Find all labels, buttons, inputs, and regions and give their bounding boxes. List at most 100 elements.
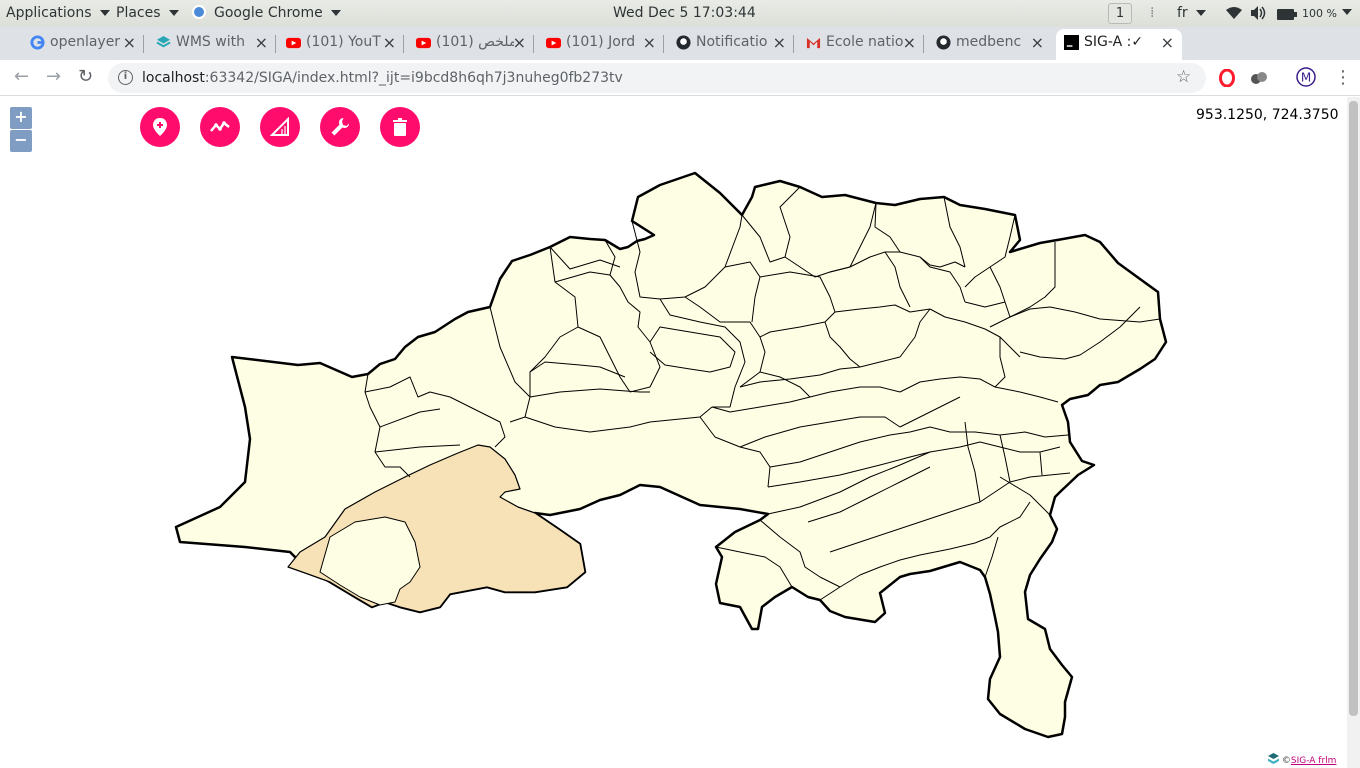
app-menu[interactable]: Google Chrome — [192, 5, 341, 21]
webstorm-icon — [1064, 35, 1079, 50]
map-page: + − 953.1250, 724.3750 ©SIG-A frlm — [0, 97, 1360, 768]
openlayers-logo-icon — [1268, 753, 1279, 764]
extension-icon[interactable] — [1250, 70, 1268, 90]
address-bar[interactable]: i localhost:63342/SIGA/index.html?_ijt=i… — [108, 63, 1206, 93]
wifi-icon[interactable] — [1226, 6, 1242, 24]
bookmark-star-icon[interactable]: ☆ — [1176, 67, 1191, 87]
workspace-indicator[interactable]: 1 — [1108, 3, 1132, 24]
tab-label: ملخص (101) — [436, 34, 514, 50]
line-chart-icon — [210, 121, 230, 132]
chevron-down-icon — [99, 10, 110, 16]
places-menu[interactable]: Places — [116, 5, 179, 21]
tab-separator — [923, 35, 924, 53]
close-icon[interactable]: × — [513, 29, 526, 56]
back-icon[interactable]: ← — [14, 66, 29, 87]
gmail-icon — [806, 37, 821, 49]
attribution-link[interactable]: SIG-A frlm — [1291, 756, 1337, 766]
url-path: :63342/SIGA/index.html?_ijt=i9bcd8h6qh7j… — [204, 70, 623, 86]
copyright-symbol: © — [1281, 756, 1291, 766]
close-icon[interactable]: × — [773, 29, 786, 56]
tab-label: openlayer — [50, 34, 121, 50]
tab-separator — [663, 35, 664, 53]
battery-percent[interactable]: 100 % — [1302, 7, 1337, 20]
tab-wms[interactable]: WMS with × — [148, 29, 276, 60]
browser-toolbar: ← → ↻ i localhost:63342/SIGA/index.html?… — [0, 60, 1360, 96]
clock[interactable]: Wed Dec 5 17:03:44 — [613, 5, 756, 21]
close-icon[interactable]: × — [123, 29, 136, 56]
close-icon[interactable]: × — [383, 29, 396, 56]
chevron-down-icon — [168, 10, 179, 16]
wrench-icon — [331, 118, 349, 136]
trash-icon — [393, 118, 407, 136]
forward-icon[interactable]: → — [46, 66, 61, 87]
svg-text:M: M — [1301, 71, 1311, 85]
language-label: fr — [1177, 5, 1188, 21]
tab-label: medbenc — [956, 34, 1022, 50]
tab-label: Ecole natio — [826, 34, 904, 50]
keyboard-layout[interactable]: fr — [1177, 5, 1206, 21]
tab-label: SIG-A :✓ — [1084, 34, 1144, 50]
volume-icon[interactable] — [1250, 6, 1266, 24]
url-text: localhost:63342/SIGA/index.html?_ijt=i9b… — [142, 63, 623, 93]
grip-icon: ⁞ — [1150, 5, 1155, 21]
menu-dots-icon[interactable]: ⋮ — [1334, 67, 1352, 88]
add-location-icon — [153, 118, 167, 136]
chevron-down-icon — [1342, 9, 1352, 15]
app-name-label: Google Chrome — [214, 5, 323, 21]
zoom-in-button[interactable]: + — [10, 107, 32, 129]
google-icon — [30, 35, 45, 50]
tab-youtube-3[interactable]: (101) Jord × — [538, 29, 664, 60]
close-icon[interactable]: × — [903, 29, 916, 56]
applications-label: Applications — [6, 5, 92, 21]
tab-separator — [143, 35, 144, 53]
tab-separator — [403, 35, 404, 53]
mouse-position-readout: 953.1250, 724.3750 — [1196, 107, 1339, 123]
github-icon — [676, 35, 691, 50]
map-attribution: ©SIG-A frlm — [1268, 753, 1336, 766]
zoom-out-button[interactable]: − — [10, 130, 32, 152]
tab-github-notifications[interactable]: Notificatio × — [668, 29, 794, 60]
triangle-measure-icon — [270, 117, 289, 136]
tab-label: (101) Jord — [566, 34, 636, 50]
tab-strip: openlayer × WMS with × (101) YouT × ملخص (1… — [0, 27, 1360, 81]
zoom-controls: + − — [10, 107, 32, 153]
settings-button[interactable] — [320, 107, 360, 147]
close-icon[interactable]: × — [643, 29, 656, 56]
measure-area-button[interactable] — [260, 107, 300, 147]
scrollbar-thumb[interactable] — [1349, 101, 1358, 716]
tab-separator — [793, 35, 794, 53]
close-icon[interactable]: × — [1161, 29, 1174, 56]
system-top-bar: Applications Places Google Chrome Wed De… — [0, 0, 1360, 27]
tab-label: Notificatio — [696, 34, 768, 50]
tab-openlayers[interactable]: openlayer × — [22, 29, 144, 60]
close-icon[interactable]: × — [255, 29, 268, 56]
delete-button[interactable] — [380, 107, 420, 147]
chevron-down-icon — [1195, 10, 1206, 16]
tab-youtube-1[interactable]: (101) YouT × — [278, 29, 404, 60]
info-icon[interactable]: i — [118, 70, 133, 85]
youtube-icon — [286, 37, 301, 49]
draw-line-button[interactable] — [200, 107, 240, 147]
tab-label: WMS with — [176, 34, 245, 50]
tab-siga-active[interactable]: SIG-A :✓ × — [1056, 29, 1182, 60]
tab-gmail[interactable]: Ecole natio × — [798, 29, 924, 60]
applications-menu[interactable]: Applications — [6, 5, 110, 21]
close-icon[interactable]: × — [1031, 29, 1044, 56]
tab-youtube-2[interactable]: ملخص (101) × — [408, 29, 534, 60]
youtube-icon — [546, 37, 561, 49]
add-point-button[interactable] — [140, 107, 180, 147]
tab-label: (101) YouT — [306, 34, 381, 50]
page-scrollbar[interactable] — [1347, 97, 1360, 768]
profile-avatar[interactable]: M — [1296, 67, 1316, 91]
tab-separator — [533, 35, 534, 53]
region-map[interactable] — [0, 97, 1347, 768]
map-region-outline — [174, 171, 1168, 739]
power-menu-arrow[interactable] — [1342, 4, 1352, 20]
places-label: Places — [116, 5, 161, 21]
youtube-icon — [416, 37, 431, 49]
opera-icon[interactable] — [1219, 68, 1235, 91]
battery-icon — [1277, 8, 1297, 24]
reload-icon[interactable]: ↻ — [78, 66, 93, 87]
chevron-down-icon — [330, 10, 341, 16]
tab-github-medbench[interactable]: medbenc × — [928, 29, 1052, 60]
